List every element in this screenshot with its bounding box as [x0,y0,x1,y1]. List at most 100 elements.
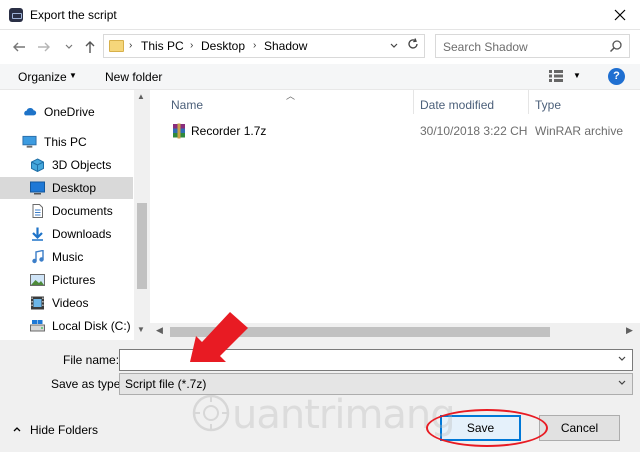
new-folder-button[interactable]: New folder [105,70,162,84]
file-type: WinRAR archive [535,124,624,138]
sidebar-item-documents[interactable]: Documents [0,200,133,222]
music-icon [32,250,44,264]
address-bar[interactable]: › This PC › Desktop › Shadow [103,34,425,58]
view-options-icon[interactable] [549,70,563,82]
sidebar-item-label: Downloads [52,227,112,241]
sidebar-item-this-pc[interactable]: This PC [0,131,133,153]
recent-locations-button[interactable] [60,38,78,56]
back-button[interactable] [10,38,28,56]
caret-down-icon[interactable]: ▼ [69,71,77,80]
column-header-name[interactable]: Name [171,98,203,112]
refresh-button[interactable] [406,37,420,54]
cloud-icon [24,108,37,116]
computer-icon [22,135,37,148]
file-name-combobox[interactable] [119,349,633,371]
help-button[interactable]: ? [608,68,625,85]
caret-up-icon [12,424,22,437]
folder-icon [109,40,124,52]
save-type-label: Save as type: [51,377,124,391]
window-title: Export the script [30,8,117,22]
arrow-right-icon [38,42,50,52]
close-icon [614,9,626,21]
scroll-down-icon[interactable]: ▼ [137,325,145,334]
refresh-icon [408,38,418,49]
chevron-down-icon [65,44,73,49]
forward-button[interactable] [35,38,53,56]
sidebar-item-desktop[interactable]: Desktop [0,177,133,199]
close-button[interactable] [610,5,630,25]
sidebar-item-music[interactable]: Music [0,246,133,268]
navigation-bar: › This PC › Desktop › Shadow Search Shad… [0,30,640,64]
horizontal-scrollbar[interactable]: ◀ ▶ [150,323,640,340]
sidebar-item-label: This PC [44,135,87,149]
sidebar-item-local-disk[interactable]: Local Disk (C:) [0,315,133,337]
cancel-button[interactable]: Cancel [539,415,620,441]
sidebar-item-label: 3D Objects [52,158,112,172]
caret-down-icon[interactable]: ▼ [573,71,581,80]
file-name-label: File name: [63,353,120,367]
file-date-modified: 30/10/2018 3:22 CH [420,124,528,138]
chevron-down-icon[interactable] [617,378,627,391]
column-header-type[interactable]: Type [535,98,561,112]
sidebar-item-3d-objects[interactable]: 3D Objects [0,154,133,176]
download-icon [32,227,43,241]
file-row[interactable]: Recorder 1.7z 30/10/2018 3:22 CH WinRAR … [168,120,638,142]
column-divider[interactable] [528,90,529,114]
sidebar-item-label: Pictures [52,273,96,287]
sidebar-item-label: Music [52,250,84,264]
breadcrumb-separator-icon: › [190,40,194,51]
column-divider[interactable] [413,90,414,114]
breadcrumb-separator-icon: › [253,40,257,51]
video-icon [31,296,44,310]
chevron-down-icon[interactable] [617,354,627,367]
breadcrumb-desktop[interactable]: Desktop [201,39,245,53]
arrow-up-icon [85,41,95,53]
address-dropdown-button[interactable] [389,41,399,53]
app-icon [9,8,23,22]
search-placeholder[interactable]: Search Shadow [443,40,528,54]
sidebar-item-downloads[interactable]: Downloads [0,223,133,245]
save-type-value: Script file (*.7z) [125,377,207,391]
scrollbar-thumb[interactable] [170,327,550,337]
arrow-left-icon [13,42,25,52]
hide-folders-label: Hide Folders [30,423,99,437]
title-bar: Export the script [0,0,640,30]
save-form: File name: Save as type: Script file (*.… [0,340,640,402]
scroll-right-icon[interactable]: ▶ [626,325,633,336]
sidebar-item-label: Documents [52,204,113,218]
search-box[interactable]: Search Shadow [435,34,630,58]
column-header-date[interactable]: Date modified [420,98,494,112]
sidebar-scrollbar[interactable]: ▲ ▼ [134,90,150,340]
save-type-select[interactable]: Script file (*.7z) [119,373,633,395]
file-name: Recorder 1.7z [191,124,267,138]
sidebar-item-label: Local Disk (C:) [52,319,131,333]
document-icon [32,204,43,218]
breadcrumb-separator-icon: › [129,40,133,51]
file-name-input[interactable] [120,350,614,370]
sort-ascending-icon: ︿ [286,91,296,101]
dialog-footer: Hide Folders Save Cancel [0,402,640,452]
sidebar-item-label: Desktop [52,181,97,195]
sidebar-item-label: Videos [52,296,89,310]
scroll-up-icon[interactable]: ▲ [137,92,145,101]
file-list: ︿ Name Date modified Type Recorder 1.7z … [150,90,640,340]
navigation-pane: OneDrive This PC 3D Objects Desktop Docu… [0,90,150,340]
scrollbar-thumb[interactable] [137,203,147,289]
organize-button[interactable]: Organize [18,70,67,84]
sidebar-item-videos[interactable]: Videos [0,292,133,314]
archive-icon [173,123,185,139]
breadcrumb-this-pc[interactable]: This PC [141,39,184,53]
breadcrumb-shadow[interactable]: Shadow [264,39,307,53]
search-icon[interactable] [609,39,623,53]
desktop-icon [30,181,45,195]
cube-icon [31,158,44,172]
command-toolbar: Organize ▼ New folder ▼ ? [0,64,640,90]
up-button[interactable] [81,38,99,56]
sidebar-item-label: OneDrive [44,105,95,119]
sidebar-item-onedrive[interactable]: OneDrive [0,101,133,123]
save-button[interactable]: Save [440,415,521,441]
sidebar-item-pictures[interactable]: Pictures [0,269,133,291]
chevron-down-icon [390,43,398,48]
scroll-left-icon[interactable]: ◀ [156,325,163,336]
picture-icon [30,274,45,286]
